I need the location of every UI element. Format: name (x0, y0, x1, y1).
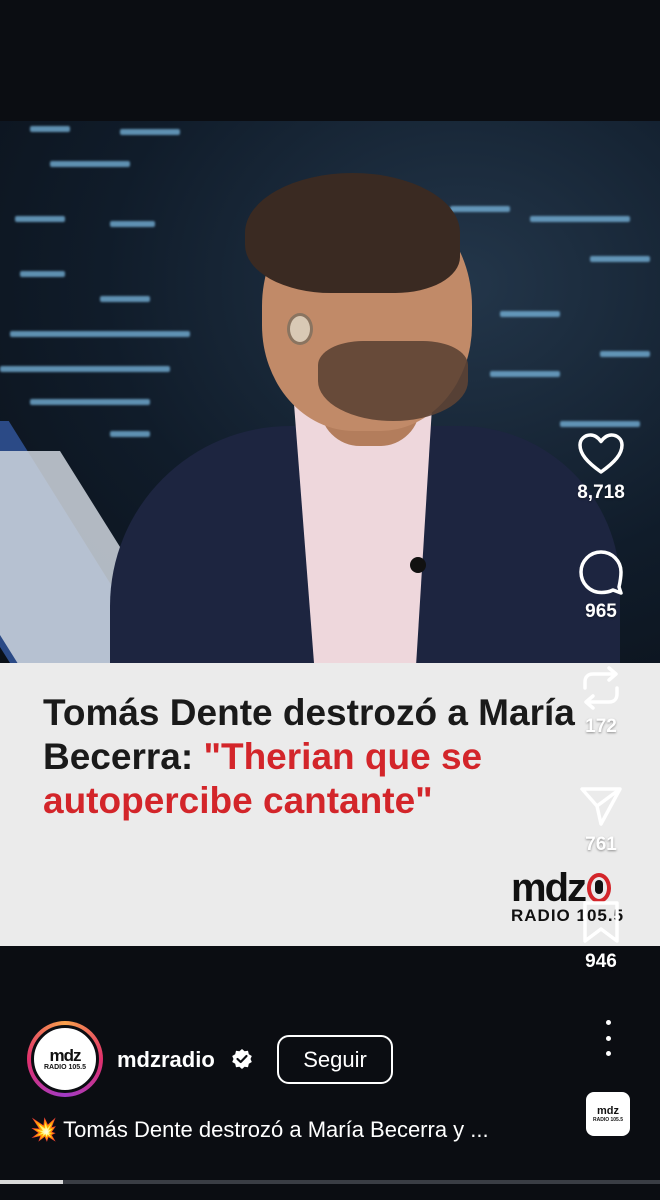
comment-count: 965 (585, 601, 617, 622)
avatar[interactable]: mdz RADIO 105.5 (31, 1025, 99, 1093)
video-progress-fill (0, 1180, 63, 1184)
more-icon[interactable] (598, 1020, 618, 1056)
save-count: 946 (585, 951, 617, 972)
share-count: 761 (585, 834, 617, 855)
like-count: 8,718 (577, 482, 625, 503)
headline-line-2: Becerra: "Therian que se (43, 735, 633, 779)
repost-action[interactable]: 172 (542, 666, 660, 738)
post-caption[interactable]: 💥 Tomás Dente destrozó a María Becerra y… (30, 1117, 550, 1143)
headline-line-2-black: Becerra: (43, 736, 204, 777)
repost-icon[interactable] (577, 666, 625, 710)
avatar-radio-text: RADIO 105.5 (43, 1063, 87, 1071)
audio-thumb-logo: mdz (597, 1104, 619, 1117)
like-action[interactable]: 8,718 (542, 432, 660, 504)
caption-text: Tomás Dente destrozó a María Becerra y .… (63, 1117, 489, 1142)
bookmark-icon[interactable] (579, 899, 623, 945)
follow-button[interactable]: Seguir (277, 1035, 393, 1084)
video-progress-bar[interactable] (0, 1180, 660, 1184)
comment-action[interactable]: 965 (542, 549, 660, 623)
audio-thumb-radio: RADIO 105.5 (592, 1116, 623, 1123)
caption-emoji: 💥 (30, 1117, 58, 1142)
author-avatar-ring[interactable]: mdz RADIO 105.5 (27, 1021, 103, 1097)
verified-badge-icon (232, 1049, 252, 1069)
heart-icon[interactable] (577, 432, 625, 476)
audio-thumbnail[interactable]: mdz RADIO 105.5 (586, 1092, 630, 1136)
share-icon[interactable] (577, 784, 625, 828)
save-action[interactable]: 946 (542, 899, 660, 973)
comment-icon[interactable] (577, 549, 625, 595)
earpiece (287, 313, 313, 345)
avatar-logo-text: mdz (49, 1045, 82, 1065)
headline-line-2-red: "Therian que se (203, 736, 483, 777)
author-username[interactable]: mdzradio (117, 1047, 215, 1073)
lapel-mic (410, 557, 426, 573)
share-action[interactable]: 761 (542, 784, 660, 856)
repost-count: 172 (585, 716, 617, 737)
